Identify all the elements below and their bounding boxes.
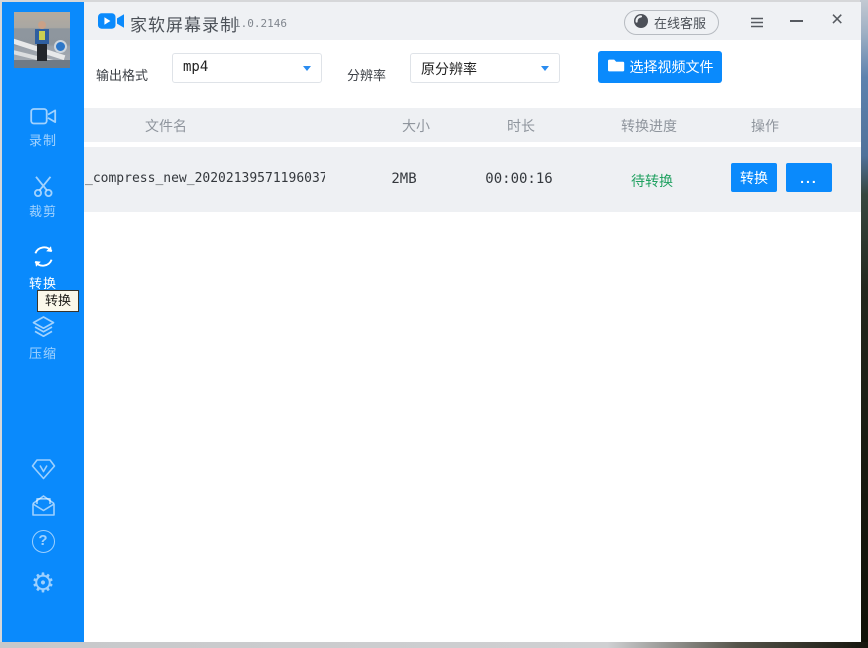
sidebar-item-record[interactable]: 录制 xyxy=(2,106,84,149)
resolution-label: 分辨率 xyxy=(347,65,386,84)
chevron-down-icon xyxy=(303,66,311,71)
more-options-button[interactable]: ... xyxy=(786,163,832,192)
sidebar: 录制 裁剪 xyxy=(2,2,84,642)
col-header-progress: 转换进度 xyxy=(621,116,677,136)
help-icon: ? xyxy=(32,530,55,553)
output-format-select[interactable]: mp4 xyxy=(172,53,322,83)
desktop-wallpaper-right xyxy=(860,0,868,648)
file-duration: 00:00:16 xyxy=(479,171,559,187)
online-service-button[interactable]: 在线客服 xyxy=(624,10,719,35)
convert-button[interactable]: 转换 xyxy=(731,163,777,192)
app-version: 1.0.2146 xyxy=(234,17,287,30)
select-video-file-button[interactable]: 选择视频文件 xyxy=(598,51,722,83)
table-row[interactable]: _compress_new_2020213957119603718. 2MB 0… xyxy=(84,147,861,212)
table-header: 文件名 大小 时长 转换进度 操作 xyxy=(84,108,861,142)
vip-button[interactable] xyxy=(2,457,84,486)
sidebar-item-label: 录制 xyxy=(2,130,84,149)
titlebar: 家软屏幕录制 1.0.2146 在线客服 × xyxy=(84,2,861,40)
col-header-duration: 时长 xyxy=(507,116,535,136)
resolution-value: 原分辨率 xyxy=(421,59,477,79)
output-format-value: mp4 xyxy=(183,59,208,75)
online-service-label: 在线客服 xyxy=(654,13,706,32)
sidebar-item-convert[interactable]: 转换 xyxy=(2,243,84,292)
scissors-icon xyxy=(2,174,84,198)
app-title: 家软屏幕录制 xyxy=(130,11,238,36)
window-minimize-button[interactable] xyxy=(790,20,803,22)
toolbar: 输出格式 mp4 分辨率 原分辨率 选择视频文件 xyxy=(84,40,861,108)
status-badge: 待转换 xyxy=(612,171,692,191)
col-header-actions: 操作 xyxy=(751,116,779,136)
sidebar-item-label: 裁剪 xyxy=(2,201,84,220)
resolution-select[interactable]: 原分辨率 xyxy=(410,53,560,83)
convert-arrows-icon xyxy=(2,243,84,270)
avatar-person xyxy=(37,44,47,61)
avatar-deck xyxy=(14,60,70,68)
output-format-label: 输出格式 xyxy=(96,65,148,84)
app-logo-icon xyxy=(98,11,125,36)
avatar-person xyxy=(38,21,46,29)
desktop-wallpaper-bottom xyxy=(0,642,868,648)
customer-service-icon xyxy=(633,13,649,32)
chevron-down-icon xyxy=(541,66,549,71)
select-video-file-label: 选择视频文件 xyxy=(630,57,714,77)
avatar-person xyxy=(39,31,45,40)
app-window: 录制 裁剪 xyxy=(2,2,861,642)
folder-icon xyxy=(607,58,625,76)
window-close-button[interactable]: × xyxy=(831,7,843,33)
feedback-button[interactable] xyxy=(2,493,84,523)
sidebar-item-compress[interactable]: 压缩 xyxy=(2,315,84,362)
layers-icon xyxy=(2,315,84,340)
avatar[interactable] xyxy=(14,12,70,68)
screen: 录制 裁剪 xyxy=(0,0,868,648)
file-name: _compress_new_2020213957119603718. xyxy=(85,171,325,186)
video-camera-icon xyxy=(2,106,84,127)
mail-icon xyxy=(30,505,57,522)
sidebar-item-trim[interactable]: 裁剪 xyxy=(2,174,84,220)
file-size: 2MB xyxy=(364,171,444,187)
help-button[interactable]: ? xyxy=(2,530,84,553)
settings-button[interactable]: ⚙ xyxy=(2,570,84,597)
vip-diamond-icon xyxy=(30,468,57,485)
convert-tooltip: 转换 xyxy=(37,290,79,312)
col-header-size: 大小 xyxy=(402,116,430,136)
gear-icon: ⚙ xyxy=(31,568,55,598)
window-menu-button[interactable] xyxy=(750,15,764,33)
col-header-filename: 文件名 xyxy=(145,116,187,136)
avatar-sign xyxy=(54,40,67,53)
sidebar-item-label: 压缩 xyxy=(2,343,84,362)
